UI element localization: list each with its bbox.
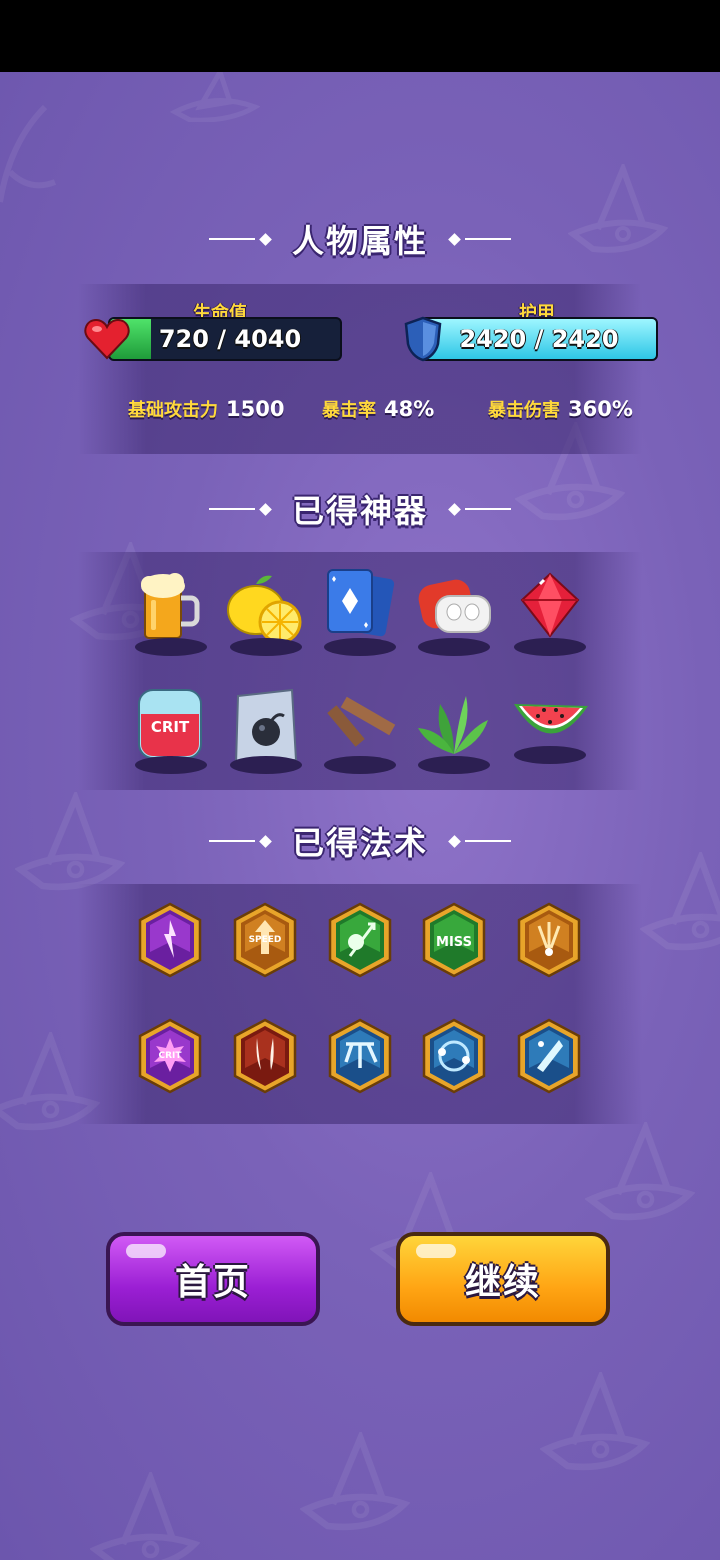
crit-rate-stat: 暴击率 48% — [322, 396, 434, 422]
split-arrow-spell-icon — [328, 1018, 392, 1094]
double-fang-spell-icon — [233, 1018, 297, 1094]
armor-value: 2420 / 2420 — [459, 325, 619, 353]
artifact-red-gem[interactable] — [510, 566, 590, 656]
health-value: 720 / 4040 — [158, 325, 302, 353]
spell-slot[interactable]: SPEED — [233, 902, 297, 978]
artifact-bomb-bag[interactable] — [226, 684, 306, 774]
hat-watermark-icon — [640, 852, 720, 951]
spell-slot[interactable] — [138, 902, 202, 978]
spell-slot[interactable] — [422, 1018, 486, 1094]
watermelon-icon — [514, 704, 588, 734]
crit-blood-bag-text: CRIT — [151, 718, 190, 736]
home-button-label: 首页 — [174, 1262, 251, 1303]
status-bar — [0, 0, 720, 72]
skull-arrow-spell-icon — [328, 902, 392, 978]
artifact-playing-cards[interactable] — [320, 566, 400, 656]
orbit-spell-icon — [422, 1018, 486, 1094]
health-bar: 720 / 4040 — [108, 317, 342, 361]
lemon-icon — [227, 575, 302, 644]
crit-burst-spell-icon: CRIT — [138, 1018, 202, 1094]
spell-label-text: SPEED — [249, 935, 282, 945]
artifacts-title: 已得神器 — [291, 492, 428, 530]
artifact-lemon[interactable] — [226, 566, 306, 656]
home-button[interactable]: 首页 — [106, 1232, 320, 1326]
armor-bar: 2420 / 2420 — [420, 317, 658, 361]
crit-damage-value: 360% — [568, 397, 633, 421]
spell-slot[interactable] — [328, 1018, 392, 1094]
artifact-crit-blood-bag[interactable]: CRIT — [131, 684, 211, 774]
attributes-section-header: 人物属性 — [0, 214, 720, 264]
beer-mug-icon — [141, 573, 200, 639]
spell-slot[interactable] — [233, 1018, 297, 1094]
artifacts-section-header: 已得神器 — [0, 484, 720, 534]
purple-bolt-spell-icon — [138, 902, 202, 978]
attack-stat: 基础攻击力 1500 — [128, 396, 284, 422]
spells-section-header: 已得法术 — [0, 816, 720, 866]
spell-label-text: MISS — [436, 935, 472, 950]
miss-spell-icon: MISS — [422, 902, 486, 978]
triple-shot-spell-icon — [517, 902, 581, 978]
hat-watermark-icon — [0, 104, 57, 203]
artifact-green-leaves[interactable] — [414, 684, 494, 774]
ice-shard-spell-icon — [517, 1018, 581, 1094]
red-gem-icon — [520, 572, 580, 638]
spell-slot[interactable] — [517, 1018, 581, 1094]
heart-icon — [84, 318, 130, 360]
crit-rate-label: 暴击率 — [322, 400, 376, 421]
earbuds-icon — [418, 579, 491, 633]
spell-slot[interactable] — [328, 902, 392, 978]
continue-button[interactable]: 继续 — [396, 1232, 610, 1326]
playing-cards-icon — [327, 569, 395, 637]
spells-title: 已得法术 — [291, 824, 428, 862]
continue-button-label: 继续 — [464, 1262, 541, 1303]
hat-watermark-icon — [170, 72, 260, 122]
attack-label: 基础攻击力 — [128, 400, 218, 421]
wood-planks-icon — [327, 696, 396, 747]
spell-slot[interactable]: CRIT — [138, 1018, 202, 1094]
artifact-beer-mug[interactable] — [131, 566, 211, 656]
hat-watermark-icon — [300, 1432, 410, 1531]
crit-damage-label: 暴击伤害 — [488, 400, 560, 421]
attributes-title: 人物属性 — [291, 222, 428, 260]
attack-value: 1500 — [226, 397, 285, 421]
shield-icon — [404, 316, 442, 362]
speed-up-spell-icon: SPEED — [233, 902, 297, 978]
hat-watermark-icon — [540, 1372, 650, 1471]
artifact-wood-planks[interactable] — [320, 684, 400, 774]
spell-slot[interactable] — [517, 902, 581, 978]
hat-watermark-icon — [585, 1122, 695, 1221]
artifact-watermelon[interactable] — [510, 684, 590, 774]
spell-slot[interactable]: MISS — [422, 902, 486, 978]
artifact-earbuds[interactable] — [414, 566, 494, 656]
crit-rate-value: 48% — [384, 397, 435, 421]
attributes-panel — [78, 284, 642, 454]
crit-damage-stat: 暴击伤害 360% — [488, 396, 633, 422]
hat-watermark-icon — [90, 1472, 200, 1560]
spell-label-text: CRIT — [158, 1051, 182, 1061]
green-leaves-icon — [418, 696, 488, 754]
